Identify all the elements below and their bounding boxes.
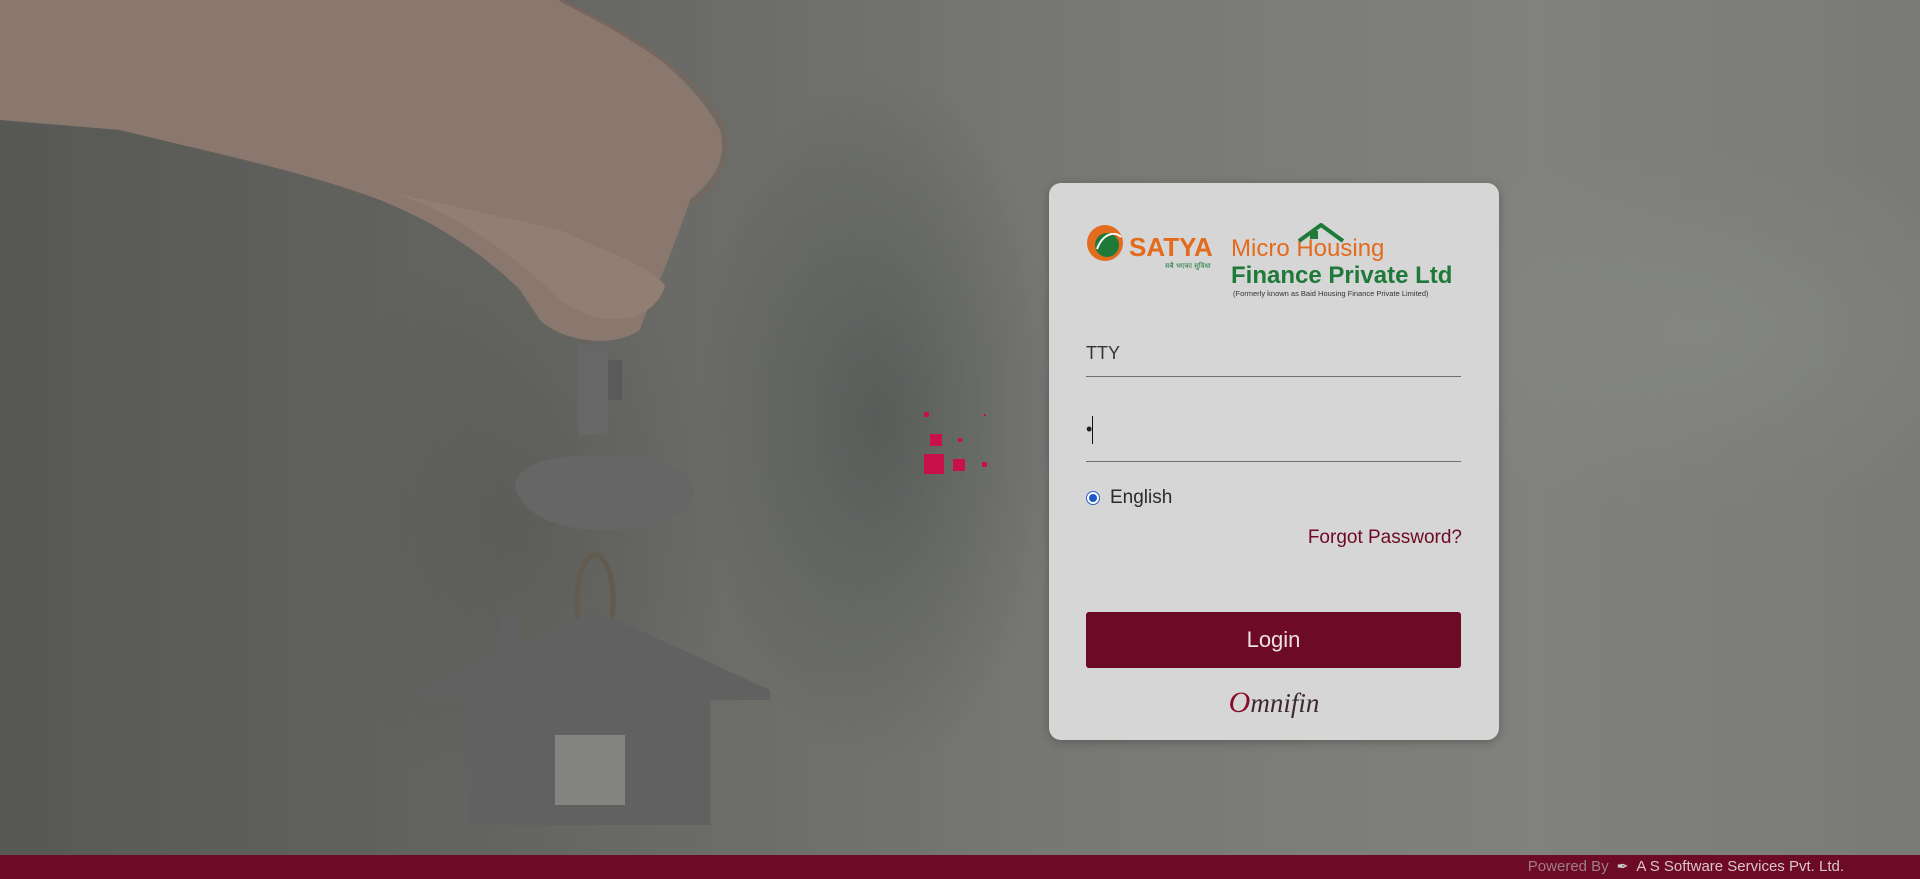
- logo-tagline: सबै भएका सुविधा: [1165, 261, 1211, 270]
- language-option-english[interactable]: English: [1086, 487, 1172, 509]
- language-label: English: [1110, 487, 1173, 508]
- powered-by: Powered By ✒ A S Software Services Pvt. …: [1528, 858, 1844, 875]
- loading-spinner: [918, 404, 998, 484]
- language-radio[interactable]: [1086, 491, 1100, 505]
- text-caret: [1092, 416, 1093, 444]
- omnifin-logo: Omnifin: [1049, 686, 1499, 720]
- forgot-password-link[interactable]: Forgot Password?: [1308, 527, 1462, 549]
- login-button[interactable]: Login: [1086, 612, 1461, 668]
- login-card: SATYA सबै भएका सुविधा Micro Housing Fina…: [1049, 183, 1499, 740]
- logo-formerly-text: (Formerly known as Baid Housing Finance …: [1233, 289, 1429, 298]
- password-input[interactable]: [1086, 416, 1461, 462]
- company-name: A S Software Services Pvt. Ltd.: [1636, 858, 1844, 875]
- logo-satya-text: SATYA: [1129, 232, 1213, 262]
- omnifin-logo-rest: mnifin: [1250, 688, 1320, 718]
- logo-finance-text: Finance Private Ltd: [1231, 262, 1452, 289]
- satya-logo: SATYA सबै भएका सुविधा Micro Housing Fina…: [1087, 223, 1452, 298]
- footer-bar: Powered By ✒ A S Software Services Pvt. …: [0, 855, 1920, 879]
- username-input[interactable]: [1086, 331, 1461, 377]
- pen-icon: ✒: [1616, 858, 1629, 874]
- powered-by-label: Powered By: [1527, 858, 1609, 875]
- omnifin-logo-o: O: [1228, 686, 1251, 719]
- logo-micro-housing: Micro Housing: [1231, 235, 1384, 262]
